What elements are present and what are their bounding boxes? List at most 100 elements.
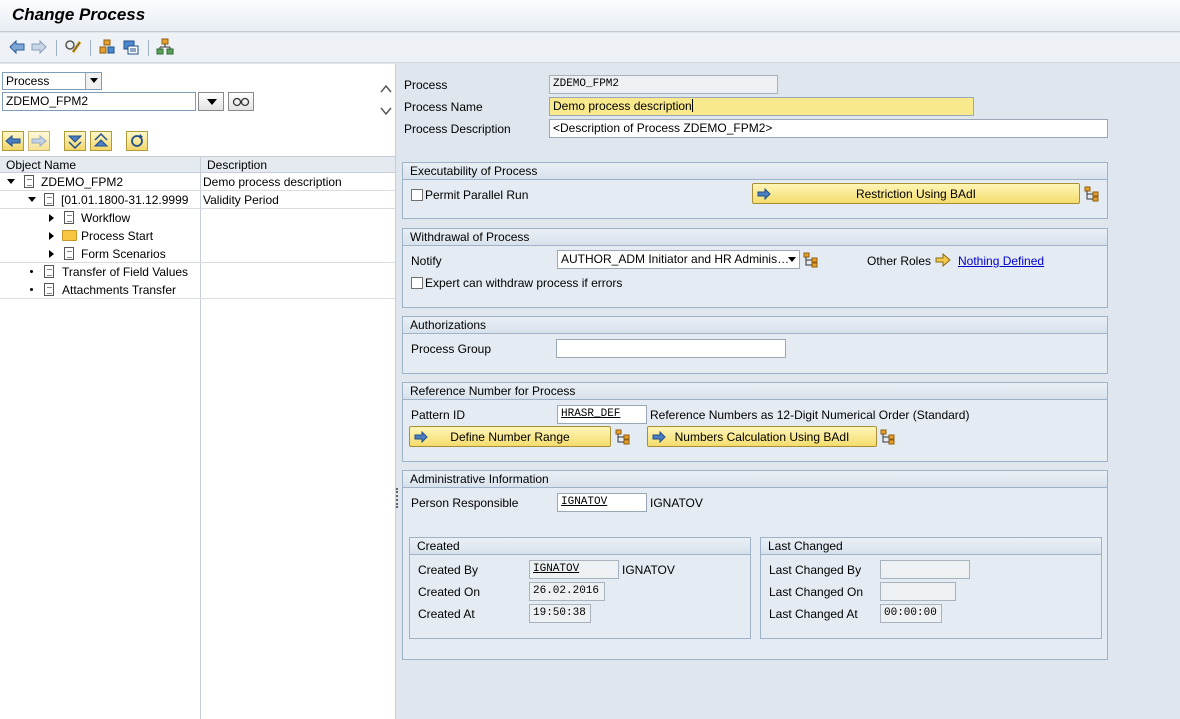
title-bar: Change Process bbox=[0, 0, 1180, 32]
hierarchy-icon[interactable] bbox=[880, 429, 896, 445]
navigate-arrow-icon[interactable] bbox=[935, 253, 951, 267]
collapse-triangle-icon[interactable] bbox=[7, 179, 15, 184]
forward-arrow-icon[interactable] bbox=[30, 38, 50, 58]
chevron-down-icon[interactable] bbox=[85, 73, 101, 89]
leaf-dot-icon bbox=[30, 288, 33, 291]
expand-triangle-icon[interactable] bbox=[49, 214, 54, 222]
previous-object-button[interactable] bbox=[2, 131, 24, 151]
group-title: Reference Number for Process bbox=[403, 383, 1107, 400]
next-object-button[interactable] bbox=[28, 131, 50, 151]
numbers-calculation-badi-button[interactable]: Numbers Calculation Using BAdI bbox=[647, 426, 877, 447]
chevron-down-icon bbox=[207, 99, 217, 105]
scroll-up-icon[interactable] bbox=[380, 84, 392, 94]
define-number-range-button[interactable]: Define Number Range bbox=[409, 426, 611, 447]
back-arrow-icon[interactable] bbox=[8, 38, 28, 58]
process-group-input[interactable] bbox=[556, 339, 786, 358]
tree-row[interactable]: Process Start bbox=[0, 227, 395, 245]
document-icon bbox=[44, 193, 54, 206]
row-divider bbox=[0, 298, 395, 299]
administrative-info-group: Administrative Information Person Respon… bbox=[402, 470, 1108, 660]
executability-group: Executability of Process Permit Parallel… bbox=[402, 162, 1108, 219]
last-changed-by-field bbox=[880, 560, 970, 579]
permit-parallel-run-checkbox[interactable] bbox=[411, 189, 423, 201]
other-roles-link[interactable]: Nothing Defined bbox=[958, 254, 1044, 268]
chevron-down-icon[interactable] bbox=[788, 257, 796, 262]
tree-row[interactable]: Transfer of Field Values bbox=[0, 263, 395, 281]
process-description-value: <Description of Process ZDEMO_FPM2> bbox=[553, 121, 773, 135]
restriction-badi-label: Restriction Using BAdI bbox=[855, 187, 977, 201]
process-description-input[interactable]: <Description of Process ZDEMO_FPM2> bbox=[549, 119, 1108, 138]
group-title: Executability of Process bbox=[403, 163, 1107, 180]
tree-row[interactable]: Attachments Transfer bbox=[0, 281, 395, 299]
object-type-value: Process bbox=[6, 74, 50, 88]
toolbar-separator bbox=[148, 40, 149, 56]
define-number-range-label: Define Number Range bbox=[450, 430, 570, 444]
created-by-value: IGNATOV bbox=[533, 563, 580, 575]
object-type-dropdown[interactable]: Process bbox=[2, 72, 102, 90]
person-responsible-name: IGNATOV bbox=[650, 496, 703, 510]
tree-node-name: Workflow bbox=[81, 211, 131, 225]
document-icon bbox=[44, 283, 54, 296]
reference-number-group: Reference Number for Process Pattern ID … bbox=[402, 382, 1108, 462]
hierarchy-icon[interactable] bbox=[156, 38, 176, 58]
pattern-id-description: Reference Numbers as 12-Digit Numerical … bbox=[650, 408, 970, 422]
notify-dropdown[interactable]: AUTHOR_ADM Initiator and HR Adminis… bbox=[557, 250, 800, 269]
tree-row[interactable]: Workflow bbox=[0, 209, 395, 227]
expert-withdraw-checkbox[interactable] bbox=[411, 277, 423, 289]
notify-label: Notify bbox=[411, 254, 442, 268]
scroll-down-icon[interactable] bbox=[380, 106, 392, 116]
tree-node-name: [01.01.1800-31.12.9999 bbox=[61, 193, 189, 207]
last-changed-on-field bbox=[880, 582, 956, 601]
right-arrow-icon bbox=[31, 134, 47, 148]
refresh-button[interactable] bbox=[126, 131, 148, 151]
authorizations-group: Authorizations Process Group bbox=[402, 316, 1108, 374]
created-by-label: Created By bbox=[418, 563, 479, 577]
group-title: Authorizations bbox=[403, 317, 1107, 334]
expand-triangle-icon[interactable] bbox=[49, 232, 54, 240]
tree-node-name: Transfer of Field Values bbox=[62, 265, 189, 279]
hierarchy-icon[interactable] bbox=[615, 429, 631, 445]
tree-node-description: Validity Period bbox=[203, 193, 279, 207]
pane-splitter[interactable] bbox=[396, 488, 398, 508]
expand-all-button[interactable] bbox=[64, 131, 86, 151]
copy-icon[interactable] bbox=[122, 38, 142, 58]
left-arrow-icon bbox=[5, 134, 21, 148]
display-change-icon[interactable] bbox=[64, 38, 84, 58]
last-changed-subgroup: Last Changed Last Changed By Last Change… bbox=[760, 537, 1102, 639]
collapse-all-button[interactable] bbox=[90, 131, 112, 151]
last-changed-by-label: Last Changed By bbox=[769, 563, 862, 577]
process-name-input[interactable]: Demo process description bbox=[549, 97, 974, 116]
group-title: Withdrawal of Process bbox=[403, 229, 1107, 246]
permit-parallel-run-label: Permit Parallel Run bbox=[425, 188, 529, 202]
display-object-button[interactable] bbox=[228, 92, 254, 111]
text-cursor bbox=[691, 99, 693, 112]
tree-node-name: ZDEMO_FPM2 bbox=[41, 175, 124, 189]
hierarchy-icon[interactable] bbox=[803, 252, 819, 268]
other-roles-label: Other Roles bbox=[867, 254, 932, 268]
created-at-label: Created At bbox=[418, 607, 475, 621]
created-at-value: 19:50:38 bbox=[533, 607, 586, 619]
created-on-value: 26.02.2016 bbox=[533, 585, 600, 597]
tree-row[interactable]: Form Scenarios bbox=[0, 245, 395, 263]
tree-row[interactable]: [01.01.1800-31.12.9999 Validity Period bbox=[0, 191, 395, 209]
expand-triangle-icon[interactable] bbox=[49, 250, 54, 258]
folder-icon bbox=[62, 230, 77, 241]
application-toolbar bbox=[0, 33, 1180, 63]
value-help-button[interactable] bbox=[198, 92, 224, 111]
tree-row[interactable]: ZDEMO_FPM2 Demo process description bbox=[0, 173, 395, 191]
refresh-icon bbox=[131, 134, 143, 147]
notify-value: AUTHOR_ADM Initiator and HR Adminis… bbox=[561, 252, 790, 266]
person-responsible-input[interactable]: IGNATOV bbox=[557, 493, 647, 512]
process-name-label: Process Name bbox=[404, 100, 483, 114]
process-value: ZDEMO_FPM2 bbox=[553, 78, 620, 90]
hierarchy-icon[interactable] bbox=[1084, 186, 1100, 202]
tree-icon[interactable] bbox=[98, 38, 118, 58]
pattern-id-input[interactable]: HRASR_DEF bbox=[557, 405, 647, 424]
process-group-label: Process Group bbox=[411, 342, 492, 356]
last-changed-on-label: Last Changed On bbox=[769, 585, 864, 599]
collapse-triangle-icon[interactable] bbox=[28, 197, 36, 202]
restriction-badi-button[interactable]: Restriction Using BAdI bbox=[752, 183, 1080, 204]
pattern-id-label: Pattern ID bbox=[411, 408, 466, 422]
process-description-label: Process Description bbox=[404, 122, 511, 136]
object-value-input[interactable]: ZDEMO_FPM2 bbox=[2, 92, 196, 111]
